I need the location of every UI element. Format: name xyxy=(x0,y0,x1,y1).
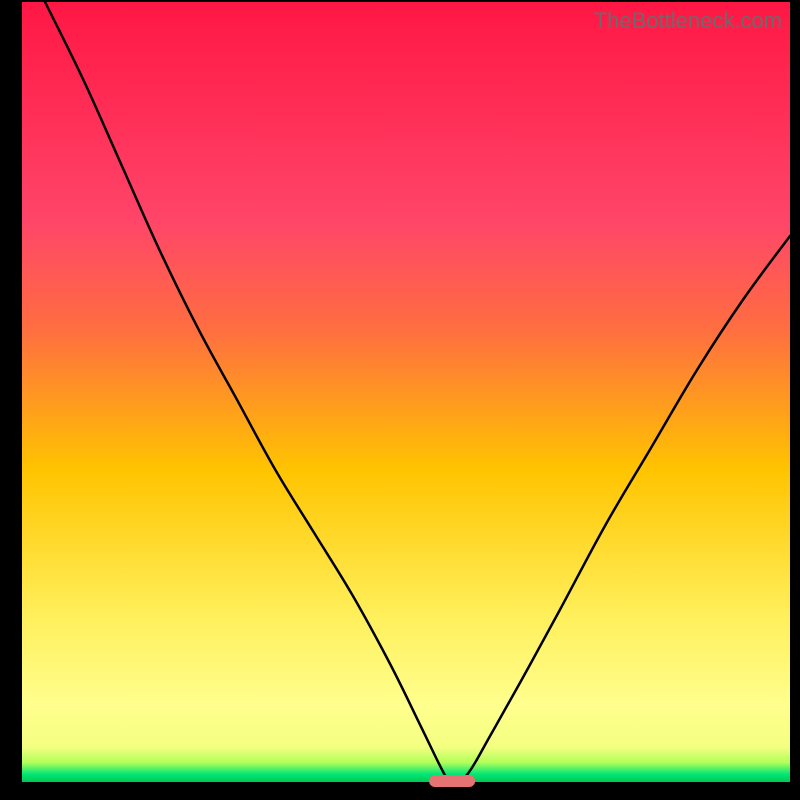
chart-plot xyxy=(0,0,800,800)
bottleneck-chart: TheBottleneck.com xyxy=(0,0,800,800)
plot-background xyxy=(22,2,790,782)
min-marker xyxy=(429,775,475,787)
watermark-label: TheBottleneck.com xyxy=(594,8,782,34)
